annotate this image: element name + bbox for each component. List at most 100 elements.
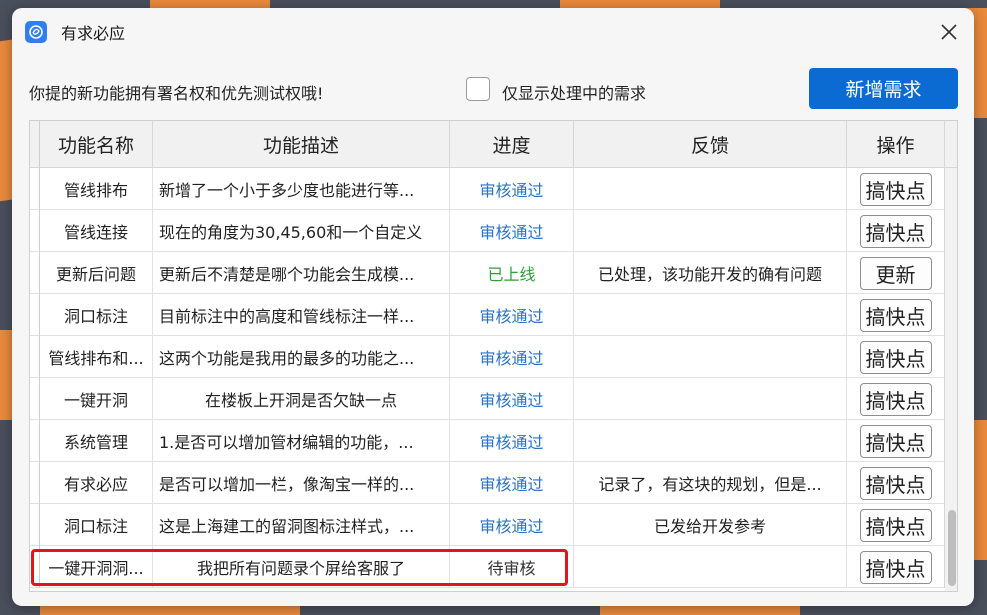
row-gutter	[30, 546, 40, 588]
header-gutter	[30, 121, 40, 168]
cell-description: 这是上海建工的留洞图标注样式，...	[153, 504, 450, 546]
cell-name: 系统管理	[40, 420, 153, 462]
row-action-button[interactable]: 搞快点	[859, 172, 932, 206]
background-decoration	[40, 605, 300, 615]
background-decoration	[560, 0, 720, 8]
row-action-button[interactable]: 搞快点	[859, 298, 932, 332]
cell-status: 审核通过	[450, 210, 574, 252]
cell-name: 一键开洞洞...	[40, 546, 153, 588]
table-row[interactable]: 一键开洞洞... 我把所有问题录个屏给客服了 待审核 搞快点	[30, 546, 957, 588]
vertical-scrollbar[interactable]	[945, 168, 957, 591]
cell-name: 有求必应	[40, 462, 153, 504]
header-name[interactable]: 功能名称	[40, 121, 153, 168]
feature-request-dialog: 有求必应 你提的新功能拥有署名权和优先测试权哦! 仅显示处理中的需求 新增需求 …	[12, 8, 974, 606]
cell-feedback	[574, 378, 847, 420]
cell-status: 审核通过	[450, 462, 574, 504]
toolbar: 你提的新功能拥有署名权和优先测试权哦! 仅显示处理中的需求 新增需求	[12, 66, 974, 114]
table-row[interactable]: 管线排布 新增了一个小于多少度也能进行等... 审核通过 搞快点	[30, 168, 957, 210]
title-bar: 有求必应	[12, 8, 974, 56]
cell-name: 一键开洞	[40, 378, 153, 420]
cell-description: 现在的角度为30,45,60和一个自定义	[153, 210, 450, 252]
cell-status: 审核通过	[450, 504, 574, 546]
cell-action: 搞快点	[847, 462, 945, 504]
cell-action: 搞快点	[847, 504, 945, 546]
cell-action: 搞快点	[847, 336, 945, 378]
row-action-button[interactable]: 搞快点	[859, 466, 932, 500]
row-gutter	[30, 462, 40, 504]
cell-status: 审核通过	[450, 168, 574, 210]
filter-checkbox-label[interactable]: 仅显示处理中的需求	[502, 80, 646, 104]
cell-name: 洞口标注	[40, 504, 153, 546]
row-gutter	[30, 294, 40, 336]
table-row[interactable]: 管线连接 现在的角度为30,45,60和一个自定义 审核通过 搞快点	[30, 210, 957, 252]
filter-checkbox[interactable]	[466, 77, 490, 101]
cell-action: 搞快点	[847, 210, 945, 252]
cell-description: 在楼板上开洞是否欠缺一点	[153, 378, 450, 420]
table-row[interactable]: 洞口标注 这是上海建工的留洞图标注样式，... 审核通过 已发给开发参考 搞快点	[30, 504, 957, 546]
cell-action: 搞快点	[847, 420, 945, 462]
row-gutter	[30, 210, 40, 252]
table-row[interactable]: 一键开洞 在楼板上开洞是否欠缺一点 审核通过 搞快点	[30, 378, 957, 420]
cell-feedback	[574, 546, 847, 588]
window-title: 有求必应	[61, 24, 126, 43]
close-icon[interactable]	[938, 21, 960, 43]
cell-action: 更新	[847, 252, 945, 294]
row-gutter	[30, 378, 40, 420]
row-gutter	[30, 336, 40, 378]
cell-status: 待审核	[450, 546, 574, 588]
header-description[interactable]: 功能描述	[153, 121, 450, 168]
header-feedback[interactable]: 反馈	[574, 121, 847, 168]
scrollbar-thumb[interactable]	[948, 510, 956, 586]
table-header: 功能名称 功能描述 进度 反馈 操作	[30, 121, 957, 168]
cell-name: 管线连接	[40, 210, 153, 252]
cell-description: 是否可以增加一栏，像淘宝一样的...	[153, 462, 450, 504]
table-row[interactable]: 管线排布和... 这两个功能是我用的最多的功能之... 审核通过 搞快点	[30, 336, 957, 378]
cell-feedback	[574, 210, 847, 252]
row-action-button[interactable]: 搞快点	[859, 214, 932, 248]
cell-action: 搞快点	[847, 378, 945, 420]
add-request-button[interactable]: 新增需求	[809, 68, 958, 109]
cell-feedback: 已处理，该功能开发的确有问题	[574, 252, 847, 294]
cell-feedback: 已发给开发参考	[574, 504, 847, 546]
cell-status: 审核通过	[450, 336, 574, 378]
table-row[interactable]: 系统管理 1.是否可以增加管材编辑的功能，... 审核通过 搞快点	[30, 420, 957, 462]
cell-description: 1.是否可以增加管材编辑的功能，...	[153, 420, 450, 462]
cell-name: 更新后问题	[40, 252, 153, 294]
row-gutter	[30, 420, 40, 462]
cell-description: 我把所有问题录个屏给客服了	[153, 546, 450, 588]
cell-action: 搞快点	[847, 546, 945, 588]
row-action-button[interactable]: 搞快点	[859, 508, 932, 542]
header-progress[interactable]: 进度	[450, 121, 574, 168]
cell-status: 已上线	[450, 252, 574, 294]
header-action[interactable]: 操作	[847, 121, 945, 168]
row-gutter	[30, 168, 40, 210]
cell-name: 管线排布	[40, 168, 153, 210]
cell-description: 目前标注中的高度和管线标注一样...	[153, 294, 450, 336]
table-row[interactable]: 更新后问题 更新后不清楚是哪个功能会生成模... 已上线 已处理，该功能开发的确有问题…	[30, 252, 957, 294]
cell-feedback: 记录了，有这块的规划，但是...	[574, 462, 847, 504]
cell-feedback	[574, 420, 847, 462]
row-action-button[interactable]: 搞快点	[859, 550, 932, 584]
background-decoration	[600, 605, 800, 615]
row-action-button[interactable]: 搞快点	[859, 424, 932, 458]
cell-name: 洞口标注	[40, 294, 153, 336]
row-action-button[interactable]: 更新	[859, 256, 932, 290]
hint-text: 你提的新功能拥有署名权和优先测试权哦!	[29, 84, 324, 103]
cell-feedback	[574, 294, 847, 336]
request-table: 功能名称 功能描述 进度 反馈 操作 管线排布 新增了一个小于多少度也能进行等..…	[29, 120, 958, 592]
row-gutter	[30, 504, 40, 546]
cell-description: 这两个功能是我用的最多的功能之...	[153, 336, 450, 378]
cell-action: 搞快点	[847, 294, 945, 336]
table-row[interactable]: 洞口标注 目前标注中的高度和管线标注一样... 审核通过 搞快点	[30, 294, 957, 336]
cell-feedback	[574, 336, 847, 378]
cell-description: 更新后不清楚是哪个功能会生成模...	[153, 252, 450, 294]
app-logo-icon	[25, 21, 47, 43]
cell-status: 审核通过	[450, 378, 574, 420]
row-action-button[interactable]: 搞快点	[859, 340, 932, 374]
cell-feedback	[574, 168, 847, 210]
table-row[interactable]: 有求必应 是否可以增加一栏，像淘宝一样的... 审核通过 记录了，有这块的规划，但是.…	[30, 462, 957, 504]
cell-status: 审核通过	[450, 420, 574, 462]
cell-name: 管线排布和...	[40, 336, 153, 378]
cell-action: 搞快点	[847, 168, 945, 210]
row-action-button[interactable]: 搞快点	[859, 382, 932, 416]
